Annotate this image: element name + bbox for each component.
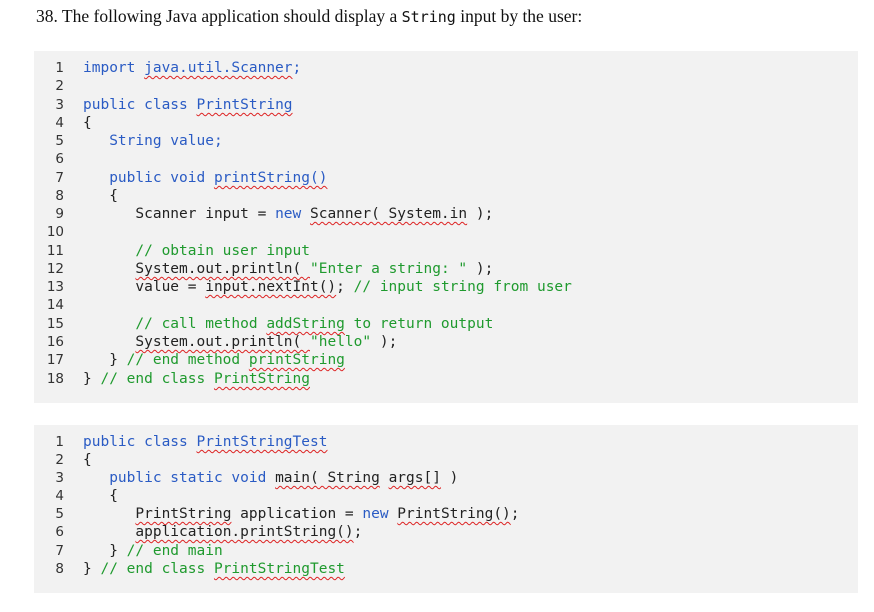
code-token: PrintString — [135, 506, 232, 522]
code-token: "hello" — [310, 334, 372, 350]
code-token: // end method — [126, 352, 249, 368]
code-token: } — [83, 543, 127, 559]
code-token: ; — [336, 279, 354, 295]
line-number: 7 — [55, 170, 64, 186]
line-number: 8 — [55, 561, 64, 577]
code-token: PrintStringTest — [213, 561, 345, 577]
line-number: 16 — [46, 334, 64, 350]
line-number: 2 — [55, 78, 64, 94]
line-number: 7 — [55, 543, 64, 559]
code-token: import — [83, 60, 145, 76]
code-token: } — [83, 371, 101, 387]
code-token: input.nextInt() — [205, 279, 337, 295]
line-number: 18 — [46, 371, 64, 387]
code-token: Scanner( System.in — [309, 206, 468, 222]
line-number: 1 — [55, 60, 64, 76]
line-number: 12 — [46, 261, 64, 277]
code-token: ); — [467, 261, 494, 277]
line-number: 6 — [55, 524, 64, 540]
code-token: // end main — [126, 543, 223, 559]
code-token: ; — [292, 60, 302, 76]
code-token: args[] — [388, 470, 441, 486]
line-number: 6 — [55, 151, 64, 167]
code-token: ); — [467, 206, 494, 222]
code-listing-printstring: 1 import java.util.Scanner; 2 3 public cla… — [34, 51, 858, 403]
code-token: } — [83, 352, 127, 368]
question-text: 38. The following Java application shoul… — [36, 6, 582, 27]
code-token: public class — [83, 97, 197, 113]
line-number: 11 — [46, 243, 64, 259]
line-number: 14 — [46, 297, 64, 313]
code-token: // call method — [83, 316, 267, 332]
code-token: new — [362, 506, 398, 522]
question-suffix: input by the user: — [455, 6, 583, 26]
code-token: to return output — [344, 316, 494, 332]
code-listing-printstringtest: 1 public class PrintStringTest 2 { 3 publi… — [34, 425, 858, 593]
line-number: 15 — [46, 316, 64, 332]
code-token: ); — [371, 334, 398, 350]
code-token: "Enter a string: " — [310, 261, 468, 277]
line-number: 3 — [55, 470, 64, 486]
line-number: 5 — [55, 133, 64, 149]
code-token: Scanner input = — [83, 206, 276, 222]
line-number: 5 — [55, 506, 64, 522]
code-token: { — [83, 188, 118, 204]
code-token: public class — [83, 434, 197, 450]
code-token: main( String — [275, 470, 380, 486]
code-token: { — [83, 488, 118, 504]
code-token: PrintString — [196, 97, 293, 113]
line-number: 17 — [46, 352, 64, 368]
code-token: { — [83, 452, 92, 468]
code-token: java.util.Scanner — [144, 60, 293, 76]
code-token: // end class — [100, 371, 214, 387]
line-number: 3 — [55, 97, 64, 113]
line-number: 1 — [55, 434, 64, 450]
line-number: 4 — [55, 115, 64, 131]
line-number: 9 — [55, 206, 64, 222]
code-token: // input string from user — [353, 279, 572, 295]
line-number: 10 — [46, 224, 64, 240]
code-token: PrintString — [213, 371, 310, 387]
code-token: // obtain user input — [83, 243, 310, 259]
line-number: 2 — [55, 452, 64, 468]
code-token: PrintStringTest — [196, 434, 328, 450]
code-token: } — [83, 561, 101, 577]
line-number: 4 — [55, 488, 64, 504]
code-token: ; — [353, 524, 363, 540]
code-token: // end class — [100, 561, 214, 577]
code-token: application.printString() — [135, 524, 354, 540]
code-token: ) — [440, 470, 459, 486]
code-token: ; — [510, 506, 520, 522]
code-token: addString — [266, 316, 345, 332]
line-number: 8 — [55, 188, 64, 204]
line-number: 13 — [46, 279, 64, 295]
question-code-word: String — [401, 8, 456, 26]
code-token: System.out.println( — [135, 261, 310, 277]
code-token: printString() — [213, 170, 328, 186]
code-token: System.out.println( — [135, 334, 310, 350]
code-token: { — [83, 115, 92, 131]
code-token: application = — [231, 506, 363, 522]
question-prefix: 38. The following Java application shoul… — [36, 6, 402, 26]
code-token: new — [275, 206, 310, 222]
code-token: printString — [248, 352, 345, 368]
code-token: value = — [83, 279, 206, 295]
code-token: public static void — [83, 470, 276, 486]
code-token: public void — [83, 170, 214, 186]
code-token: String value; — [83, 133, 223, 149]
code-token: PrintString() — [397, 506, 511, 522]
